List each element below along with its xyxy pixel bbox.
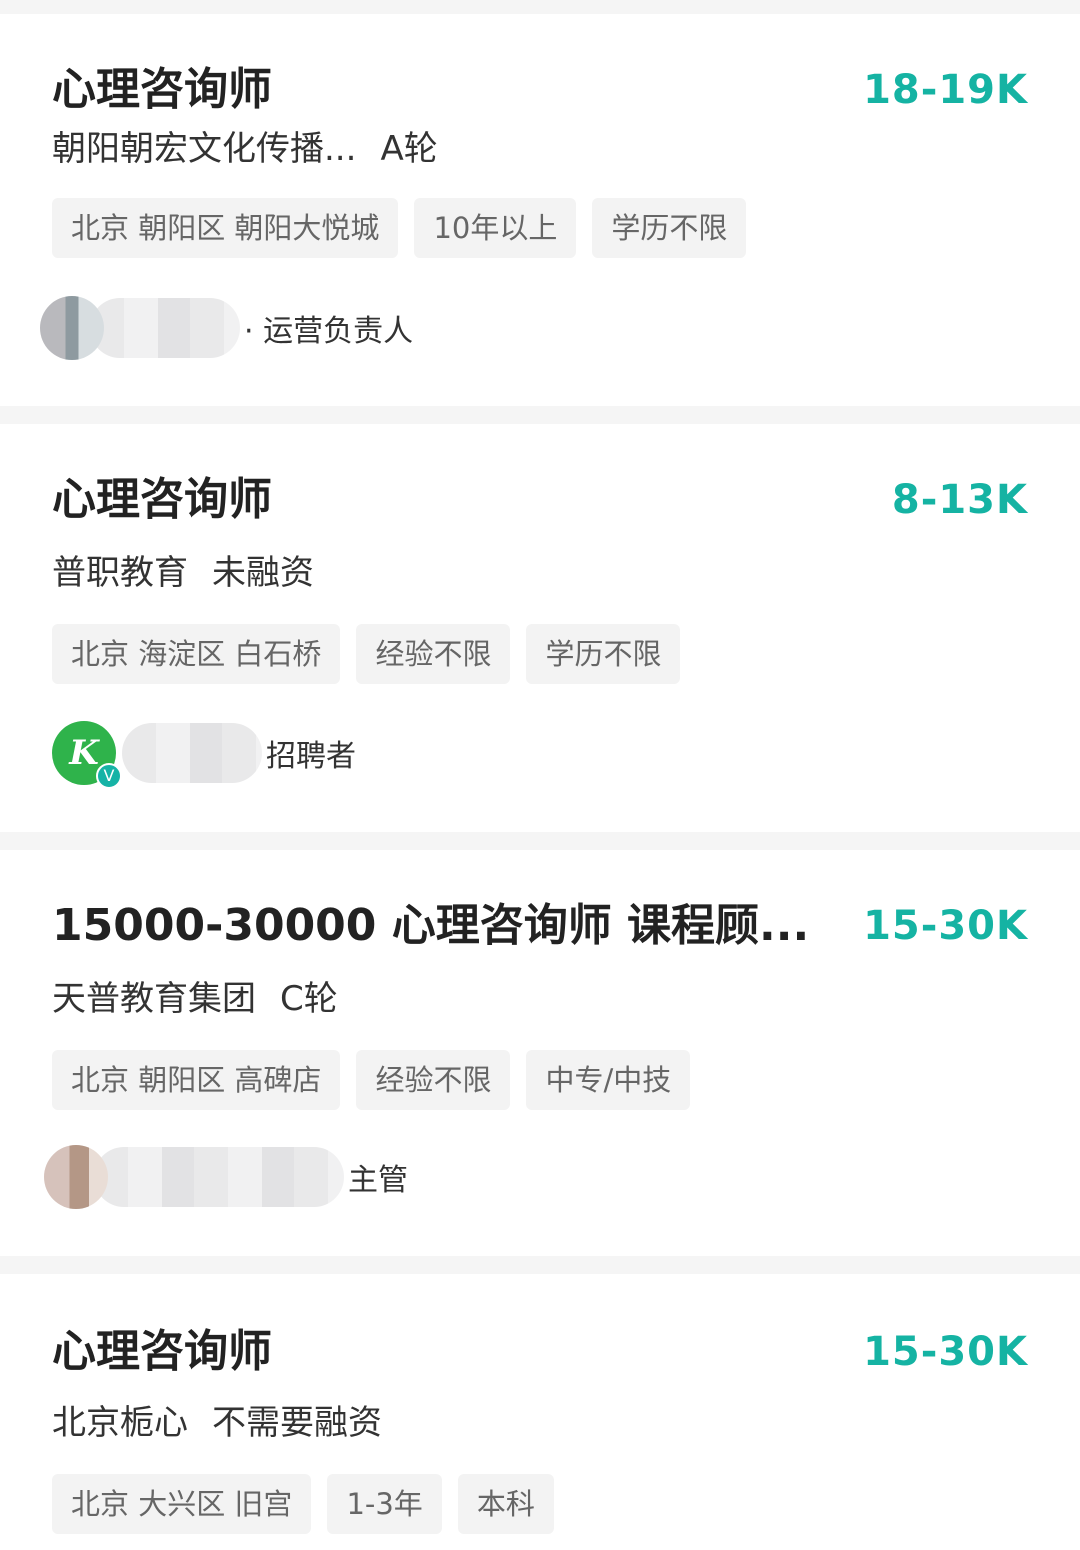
company-name: 北京栀心 xyxy=(52,1403,188,1443)
tag-location: 北京 朝阳区 朝阳大悦城 xyxy=(52,198,399,258)
tag-education: 学历不限 xyxy=(592,198,747,258)
job-card[interactable]: 心理咨询师 18-19K 朝阳朝宏文化传播... A轮 北京 朝阳区 朝阳大悦城 … xyxy=(0,14,1080,406)
job-card[interactable]: 心理咨询师 15-30K 北京栀心 不需要融资 北京 大兴区 旧宫 1-3年 本科 xyxy=(0,1274,1080,1550)
recruiter-title: 招聘者 xyxy=(266,739,356,774)
job-salary: 15-30K xyxy=(863,903,1028,949)
recruiter-name-redacted xyxy=(94,1147,344,1207)
tag-experience: 10年以上 xyxy=(414,198,577,258)
company-name: 朝阳朝宏文化传播... xyxy=(52,129,357,169)
recruiter-row: · 运营负责人 xyxy=(40,293,413,363)
company-info: 朝阳朝宏文化传播... A轮 xyxy=(52,124,438,174)
funding-stage: 未融资 xyxy=(212,553,314,593)
verified-badge-icon: V xyxy=(96,763,122,789)
funding-stage: C轮 xyxy=(280,979,338,1019)
job-salary: 8-13K xyxy=(891,477,1028,523)
tag-location: 北京 大兴区 旧宫 xyxy=(52,1474,312,1534)
tag-education: 中专/中技 xyxy=(526,1050,691,1110)
tag-experience: 经验不限 xyxy=(356,1050,511,1110)
company-info: 北京栀心 不需要融资 xyxy=(52,1398,382,1448)
job-tags: 北京 海淀区 白石桥 经验不限 学历不限 xyxy=(52,624,681,684)
job-title: 心理咨询师 xyxy=(52,1326,272,1377)
recruiter-avatar xyxy=(40,296,104,360)
funding-stage: A轮 xyxy=(380,129,438,169)
company-info: 普职教育 未融资 xyxy=(52,548,314,598)
recruiter-title: 主管 xyxy=(348,1163,408,1198)
recruiter-avatar xyxy=(44,1145,108,1209)
job-title: 心理咨询师 xyxy=(52,64,272,115)
job-list: 心理咨询师 18-19K 朝阳朝宏文化传播... A轮 北京 朝阳区 朝阳大悦城 … xyxy=(0,0,1080,1550)
tag-experience: 1-3年 xyxy=(327,1474,442,1534)
recruiter-name-redacted xyxy=(90,298,240,358)
funding-stage: 不需要融资 xyxy=(212,1403,382,1443)
tag-experience: 经验不限 xyxy=(356,624,511,684)
recruiter-title: · 运营负责人 xyxy=(244,314,414,349)
job-tags: 北京 朝阳区 朝阳大悦城 10年以上 学历不限 xyxy=(52,198,747,258)
job-salary: 15-30K xyxy=(863,1329,1028,1375)
job-salary: 18-19K xyxy=(863,67,1028,113)
recruiter-row: K V 招聘者 xyxy=(52,718,356,789)
tag-location: 北京 海淀区 白石桥 xyxy=(52,624,341,684)
recruiter-name-redacted xyxy=(122,723,262,783)
company-name: 天普教育集团 xyxy=(52,979,256,1019)
company-name: 普职教育 xyxy=(52,553,188,593)
job-title: 心理咨询师 xyxy=(52,474,272,525)
tag-education: 学历不限 xyxy=(526,624,681,684)
job-tags: 北京 大兴区 旧宫 1-3年 本科 xyxy=(52,1474,554,1534)
job-card[interactable]: 心理咨询师 8-13K 普职教育 未融资 北京 海淀区 白石桥 经验不限 学历不限… xyxy=(0,424,1080,832)
company-info: 天普教育集团 C轮 xyxy=(52,974,338,1024)
tag-education: 本科 xyxy=(457,1474,554,1534)
job-card[interactable]: 15000-30000 心理咨询师 课程顾... 15-30K 天普教育集团 C轮… xyxy=(0,850,1080,1256)
tag-location: 北京 朝阳区 高碑店 xyxy=(52,1050,341,1110)
job-tags: 北京 朝阳区 高碑店 经验不限 中专/中技 xyxy=(52,1050,691,1110)
recruiter-row: 主管 xyxy=(44,1142,408,1212)
company-logo-icon: K V xyxy=(52,721,122,789)
job-title: 15000-30000 心理咨询师 课程顾... xyxy=(52,900,810,951)
